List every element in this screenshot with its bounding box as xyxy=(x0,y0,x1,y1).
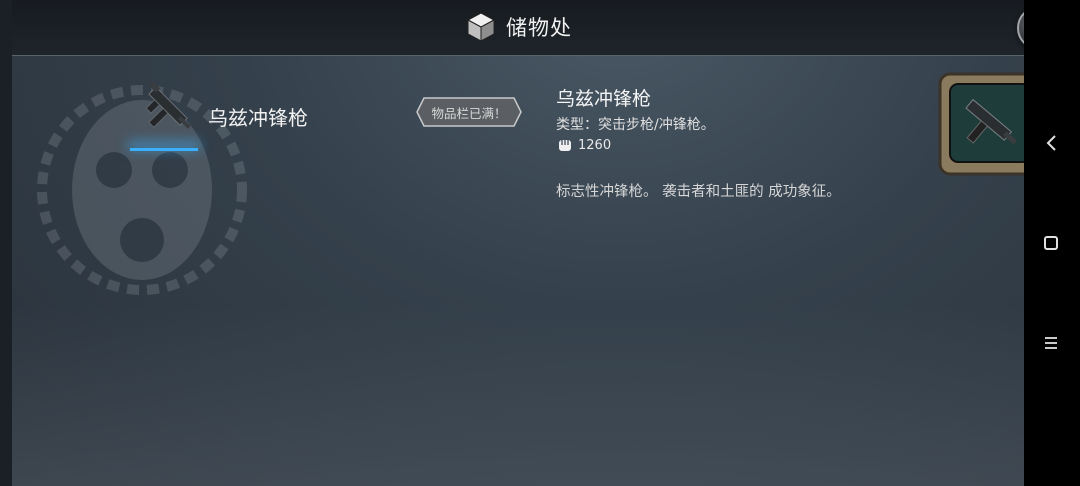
home-button[interactable] xyxy=(1040,232,1062,254)
cube-icon xyxy=(466,12,496,42)
fist-icon xyxy=(559,140,571,151)
back-icon xyxy=(1046,135,1056,151)
uzi-smg-icon xyxy=(145,82,191,129)
home-icon xyxy=(1044,236,1058,250)
item-detail: 乌兹冲锋枪 类型：突击步枪/冲锋枪。 1260 标志性冲锋枪。 袭击者和土匪的 … xyxy=(556,84,956,200)
selected-indicator xyxy=(130,148,198,151)
inventory-full-badge: 物品栏已满！ xyxy=(416,96,522,128)
power-stat: 1260 xyxy=(556,136,611,154)
back-button[interactable] xyxy=(1040,132,1062,154)
detail-title: 乌兹冲锋枪 xyxy=(556,88,652,110)
menu-icon xyxy=(1045,337,1057,349)
detail-description: 标志性冲锋枪。 袭击者和土匪的 成功象征。 xyxy=(556,184,841,200)
power-value: 1260 xyxy=(578,137,612,153)
item-name: 乌兹冲锋枪 xyxy=(208,106,308,130)
detail-type: 类型：突击步枪/冲锋枪。 xyxy=(556,117,715,133)
badge-text: 物品栏已满！ xyxy=(431,105,507,121)
list-item[interactable]: 乌兹冲锋枪 xyxy=(120,72,420,162)
menu-button[interactable] xyxy=(1040,332,1062,354)
title-text: 储物处 xyxy=(506,16,572,40)
page-title: 储物处 xyxy=(466,10,572,44)
